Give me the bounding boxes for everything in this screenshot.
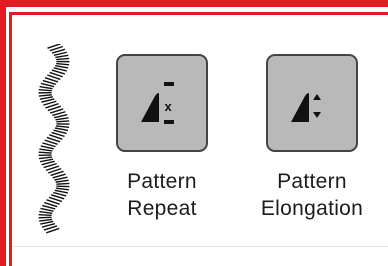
stitch-line	[39, 148, 53, 152]
pattern-repeat-label-line1: Pattern	[127, 170, 197, 193]
panel-divider	[12, 246, 388, 247]
pattern-repeat-button[interactable]: x	[116, 54, 208, 152]
stitch-line	[55, 125, 70, 128]
stitch-line	[55, 64, 69, 69]
pattern-repeat-label: Pattern Repeat	[87, 168, 237, 222]
pattern-elongation-label-line2: Elongation	[260, 197, 364, 220]
stitch-line	[53, 114, 68, 119]
panel-accent-line-top	[9, 12, 388, 15]
stitch-line	[54, 127, 69, 132]
stitch-line	[40, 145, 54, 150]
stitch-line	[38, 88, 52, 92]
pattern-elongation-label-line1: Pattern	[277, 170, 347, 193]
stitch-line	[40, 220, 54, 225]
pattern-elongation-label: Pattern Elongation	[237, 168, 387, 222]
stitch-line	[53, 51, 68, 57]
stitch-line	[55, 179, 69, 183]
stitch-line	[40, 207, 54, 212]
stitch-line	[55, 187, 70, 191]
stitch-line	[54, 176, 68, 181]
stitch-line	[56, 120, 70, 123]
stitch-line	[39, 85, 53, 90]
stitch-line	[38, 94, 52, 97]
stitch-line	[55, 54, 69, 59]
panel-accent-line	[9, 12, 12, 266]
stitch-line	[39, 158, 54, 163]
stitch-line	[55, 117, 69, 121]
pattern-elongation-button[interactable]	[266, 54, 358, 152]
stitch-line	[39, 218, 53, 222]
stitch-line	[54, 189, 68, 194]
stitch-line	[38, 156, 53, 160]
stitch-line	[39, 96, 53, 100]
pattern-elongation-icon	[291, 93, 321, 122]
stitch-line	[38, 151, 52, 154]
pattern-repeat-label-line2: Repeat	[127, 197, 197, 220]
stitch-line	[39, 210, 53, 214]
stitch-line	[56, 57, 70, 61]
pattern-repeat-icon: x	[141, 82, 174, 124]
stitch-line	[38, 213, 52, 217]
stitch-line	[40, 82, 55, 88]
repeat-x-mark: x	[165, 99, 173, 114]
satin-wave-stitch-icon	[38, 44, 70, 234]
stitch-line	[56, 182, 70, 185]
stitch-line	[56, 62, 70, 66]
